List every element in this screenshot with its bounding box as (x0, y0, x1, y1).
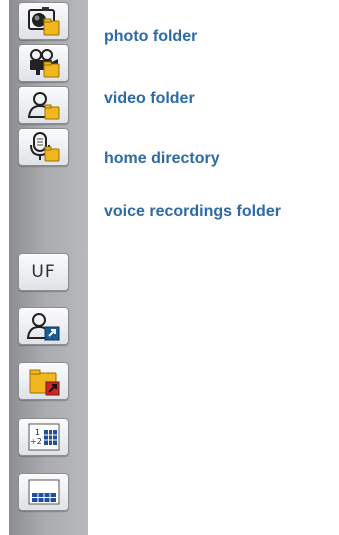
fraction-grid-icon: 1 ÷2 (28, 423, 59, 451)
fraction-sign: ÷2 (30, 437, 42, 446)
keyboard-grid-button[interactable] (18, 473, 69, 511)
person-folder-icon (27, 92, 59, 120)
folder-shortcut-button[interactable] (18, 362, 69, 400)
home-directory-button[interactable] (18, 86, 69, 124)
photo-folder-button[interactable] (18, 2, 69, 40)
video-folder-label[interactable]: video folder (104, 90, 195, 108)
home-directory-label[interactable]: home directory (104, 150, 220, 168)
voice-recordings-folder-button[interactable] (18, 128, 69, 166)
voice-recordings-folder-label[interactable]: voice recordings folder (104, 203, 281, 221)
fraction-grid-button[interactable]: 1 ÷2 (18, 418, 69, 456)
person-shortcut-button[interactable] (18, 307, 69, 345)
microphone-folder-icon (29, 132, 59, 162)
person-shortcut-icon (26, 313, 59, 341)
toolbar: UF 1 ÷2 (9, 0, 88, 535)
folder-shortcut-icon (29, 369, 59, 396)
uf-text-icon: UF (31, 262, 56, 282)
keyboard-grid-icon (28, 479, 59, 505)
camera-folder-icon (27, 7, 59, 36)
video-camera-folder-icon (29, 49, 59, 78)
uf-button[interactable]: UF (18, 253, 69, 291)
photo-folder-label[interactable]: photo folder (104, 28, 197, 46)
fraction-numerator: 1 (35, 428, 40, 437)
video-folder-button[interactable] (18, 44, 69, 82)
